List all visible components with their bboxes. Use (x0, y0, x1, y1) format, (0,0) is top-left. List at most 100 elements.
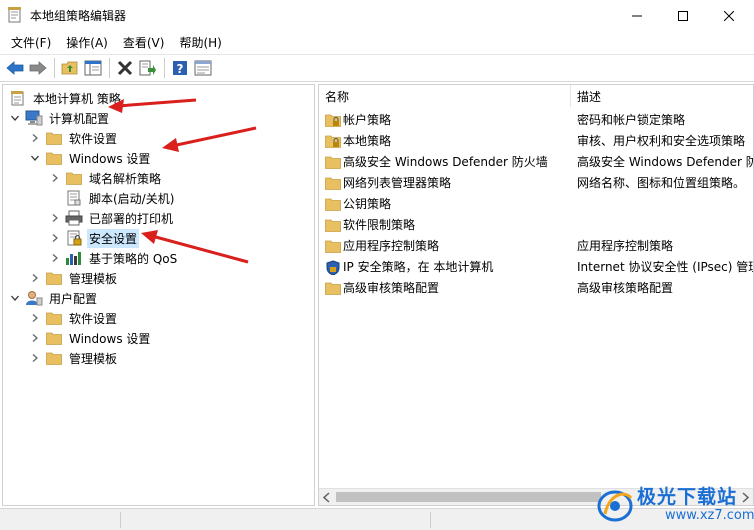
expand-chevron-down-icon[interactable] (9, 112, 21, 124)
expand-chevron-right-icon[interactable] (29, 352, 41, 364)
details-pane[interactable]: 名称 描述 帐户策略 密码和帐户锁定策略 本地策略 审核、用户权利和安全选项策略 高级安… (318, 84, 754, 506)
menu-help[interactable]: 帮助(H) (172, 32, 228, 53)
tree-node[interactable]: 脚本(启动/关机) (49, 188, 176, 208)
list-item[interactable]: 软件限制策略 (319, 214, 753, 235)
user-icon (25, 290, 43, 306)
expand-chevron-right-icon[interactable] (49, 212, 61, 224)
tree-node[interactable]: 安全设置 (49, 228, 140, 248)
list-item-name: 软件限制策略 (343, 218, 416, 232)
column-header-name[interactable]: 名称 (319, 85, 571, 107)
list-item[interactable]: 公钥策略 (319, 193, 753, 214)
tree-node[interactable]: 软件设置 (29, 128, 119, 148)
list-item-description: 密码和帐户锁定策略 (577, 113, 686, 127)
list-item[interactable]: 网络列表管理器策略 网络名称、图标和位置组策略。 (319, 172, 753, 193)
maximize-icon (678, 10, 688, 21)
close-button[interactable] (706, 0, 752, 31)
column-header-description[interactable]: 描述 (571, 85, 753, 107)
tree-node-label: 基于策略的 QoS (89, 251, 178, 266)
tree-node[interactable]: 软件设置 (29, 308, 119, 328)
back-button[interactable] (4, 57, 26, 79)
tree-node[interactable]: 管理模板 (29, 348, 119, 368)
tree-node[interactable]: Windows 设置 (29, 328, 152, 348)
expand-chevron-right-icon[interactable] (29, 272, 41, 284)
window-title: 本地组策略编辑器 (30, 9, 127, 23)
minimize-button[interactable] (614, 0, 660, 31)
list-item-name-cell: 公钥策略 (319, 195, 571, 212)
list-item[interactable]: 应用程序控制策略 应用程序控制策略 (319, 235, 753, 256)
expand-chevron-right-icon[interactable] (29, 132, 41, 144)
list-item[interactable]: 高级审核策略配置 高级审核策略配置 (319, 277, 753, 298)
delete-x-icon (117, 60, 133, 76)
list-item-name: 应用程序控制策略 (343, 239, 440, 253)
properties-view-button[interactable] (192, 57, 214, 79)
tree-node-label: 管理模板 (69, 351, 118, 366)
folder-icon (45, 270, 63, 286)
folder-icon (45, 330, 63, 346)
tree-node-label: 软件设置 (69, 131, 118, 146)
tree-node[interactable]: Windows 设置 (29, 148, 152, 168)
list-item-description: 网络名称、图标和位置组策略。 (577, 176, 746, 190)
ipsec-icon (325, 259, 341, 275)
folder-icon (45, 310, 63, 326)
folder-icon (325, 176, 341, 190)
list-item-name-cell: 高级安全 Windows Defender 防火墙 (319, 153, 571, 170)
tree-node[interactable]: 已部署的打印机 (49, 208, 175, 228)
delete-button[interactable] (114, 57, 136, 79)
list-item-description: Internet 协议安全性 (IPsec) 管理 (577, 260, 754, 274)
list-item-name-cell: 软件限制策略 (319, 216, 571, 233)
export-list-icon (139, 60, 156, 76)
tree-node[interactable]: 计算机配置 (9, 108, 111, 128)
console-tree-pane[interactable]: 本地计算机 策略 计算机配置 软件设置 Windows 设置 域名解析策略 脚本(启动/关… (2, 84, 315, 506)
up-one-level-button[interactable] (59, 57, 81, 79)
tree-node-label: 已部署的打印机 (89, 211, 174, 226)
list-item-name: IP 安全策略，在 本地计算机 (343, 260, 494, 274)
tree-node-label: 本地计算机 策略 (33, 91, 121, 106)
folder-up-icon (61, 61, 78, 75)
list-item[interactable]: IP 安全策略，在 本地计算机 Internet 协议安全性 (IPsec) 管理 (319, 256, 754, 277)
help-icon: ? (173, 61, 187, 76)
menu-file[interactable]: 文件(F) (4, 32, 58, 53)
menu-view[interactable]: 查看(V) (116, 32, 172, 53)
scrollbar-thumb[interactable] (336, 492, 601, 502)
tree-node[interactable]: 管理模板 (29, 268, 119, 288)
watermark-logo-icon (597, 490, 633, 522)
tree-node[interactable]: 用户配置 (9, 288, 99, 308)
expand-chevron-down-icon[interactable] (9, 292, 21, 304)
list-item-description: 应用程序控制策略 (577, 239, 674, 253)
tree-node[interactable]: 基于策略的 QoS (49, 248, 179, 268)
status-segment (430, 512, 431, 528)
scroll-left-icon[interactable] (321, 492, 333, 503)
tree-node-label: Windows 设置 (69, 331, 151, 346)
list-item-description: 高级安全 Windows Defender 防 (577, 155, 754, 169)
list-item[interactable]: 本地策略 审核、用户权利和安全选项策略 (319, 130, 753, 151)
expand-chevron-right-icon[interactable] (49, 252, 61, 264)
watermark-url: www.xz7.com (665, 508, 754, 523)
folder-icon (45, 130, 63, 146)
list-item[interactable]: 帐户策略 密码和帐户锁定策略 (319, 109, 753, 130)
expand-chevron-right-icon[interactable] (49, 232, 61, 244)
folder-lock-icon (325, 134, 341, 148)
list-item-name: 公钥策略 (343, 197, 392, 211)
properties-view-icon (194, 60, 212, 76)
show-hide-tree-button[interactable] (82, 57, 104, 79)
printer-icon (65, 210, 83, 226)
tree-node[interactable]: 本地计算机 策略 (9, 88, 123, 108)
list-item[interactable]: 高级安全 Windows Defender 防火墙 高级安全 Windows De… (319, 151, 754, 172)
export-list-button[interactable] (137, 57, 159, 79)
list-item-name: 高级审核策略配置 (343, 281, 440, 295)
help-button[interactable]: ? (169, 57, 191, 79)
expand-chevron-right-icon[interactable] (29, 332, 41, 344)
folder-icon (325, 155, 341, 169)
forward-button[interactable] (27, 57, 49, 79)
expand-chevron-right-icon[interactable] (29, 312, 41, 324)
policy-editor-icon (8, 7, 21, 23)
tree-node-label: 管理模板 (69, 271, 118, 286)
expand-chevron-right-icon[interactable] (49, 172, 61, 184)
tree-node[interactable]: 域名解析策略 (49, 168, 163, 188)
menu-action[interactable]: 操作(A) (59, 32, 115, 53)
expand-chevron-down-icon[interactable] (29, 152, 41, 164)
qos-chart-icon (65, 250, 83, 266)
list-item-name-cell: 帐户策略 (319, 111, 571, 128)
maximize-button[interactable] (660, 0, 706, 31)
